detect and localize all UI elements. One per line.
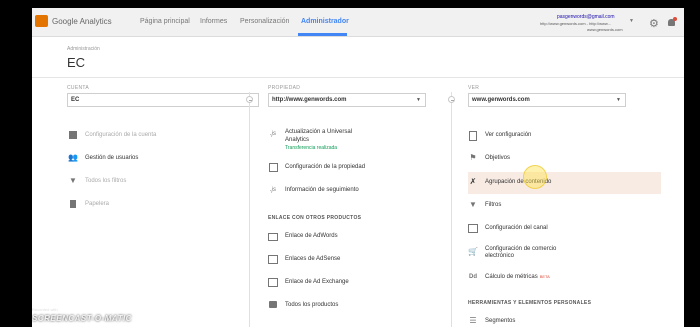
active-tab-indicator	[298, 33, 347, 36]
column-connector-icon	[246, 96, 253, 103]
breadcrumb: Administración	[67, 46, 100, 52]
analytics-admin-window: Google Analytics Página principal Inform…	[32, 8, 684, 327]
column-connector-icon	[448, 96, 455, 103]
ver-selected: www.genwords.com	[472, 97, 530, 103]
cuenta-item-configuracion[interactable]: Configuración de la cuenta	[68, 129, 238, 143]
propiedad-item-adwords[interactable]: Enlace de AdWords	[268, 230, 438, 244]
propiedad-item-label: Información de seguimiento	[285, 187, 359, 193]
propiedad-select[interactable]: http://www.genwords.com ▼	[268, 93, 426, 107]
document-icon	[468, 130, 478, 141]
propiedad-label: PROPIEDAD	[268, 85, 301, 91]
ver-item-filtros[interactable]: ▼ Filtros	[468, 199, 658, 213]
nav-personalizacion[interactable]: Personalización	[240, 18, 289, 25]
propiedad-item-label: Configuración de la propiedad	[285, 164, 366, 170]
section-herramientas: HERRAMIENTAS Y ELEMENTOS PERSONALES	[468, 300, 592, 306]
watermark-recorded-with: Recorded with	[32, 307, 58, 312]
segments-icon: ☰	[469, 316, 477, 325]
ver-label: VER	[468, 85, 480, 91]
column-divider	[451, 92, 452, 327]
flag-icon: ⚑	[469, 153, 477, 162]
page-title: EC	[67, 55, 86, 70]
cuenta-item-filtros[interactable]: ▼ Todos los filtros	[68, 175, 238, 189]
transfer-status: Transferencia realizada	[285, 145, 338, 151]
trash-icon	[68, 199, 78, 209]
header-divider	[32, 77, 684, 78]
propiedad-selected: http://www.genwords.com	[272, 97, 347, 103]
propiedad-item-adexchange[interactable]: Enlace de Ad Exchange	[268, 276, 438, 290]
account-properties[interactable]: http://www.genwords.com - http://www...	[540, 21, 611, 26]
cuenta-item-label: Todos los filtros	[85, 178, 127, 184]
cuenta-item-usuarios[interactable]: 👥 Gestión de usuarios	[68, 152, 238, 166]
propiedad-item-todos-productos[interactable]: Todos los productos	[268, 299, 438, 313]
account-email[interactable]: pasgenwords@gmail.com	[557, 14, 615, 20]
gear-icon[interactable]: ⚙	[649, 17, 659, 30]
ver-item-configuracion[interactable]: Ver configuración	[468, 129, 658, 143]
watermark-brand: SCREENCAST-O-MATIC	[32, 314, 132, 323]
product-label: Enlace de Ad Exchange	[285, 279, 349, 285]
cart-icon: 🛒	[468, 247, 478, 256]
product-label: Enlace de AdWords	[285, 233, 338, 239]
nav-administrador[interactable]: Administrador	[301, 18, 349, 25]
adexchange-icon	[268, 277, 278, 287]
ver-item-label-line1: Configuración de comercio	[485, 246, 557, 252]
ver-select[interactable]: www.genwords.com ▼	[468, 93, 626, 107]
ver-item-label: Segmentos	[485, 318, 516, 324]
js-icon: .js	[270, 187, 276, 193]
filter-icon: ▼	[469, 200, 477, 209]
propiedad-item-seguimiento[interactable]: .js Información de seguimiento	[268, 184, 438, 198]
ver-item-label: Filtros	[485, 202, 502, 208]
nav-pagina-principal[interactable]: Página principal	[140, 18, 190, 25]
mouse-cursor-highlight	[523, 165, 547, 189]
ver-item-segmentos[interactable]: ☰ Segmentos	[468, 315, 658, 327]
ver-item-agrupacion[interactable]: ✗ Agrupación de contenido	[468, 176, 658, 190]
ver-item-label: Objetivos	[485, 155, 511, 161]
adwords-icon	[268, 231, 278, 241]
cuenta-item-label: Papelera	[85, 201, 110, 207]
brand-name[interactable]: Google Analytics	[52, 17, 112, 26]
all-products-icon	[268, 300, 278, 310]
channel-settings-icon	[468, 223, 478, 233]
account-view[interactable]: www.genwords.com	[587, 27, 623, 32]
ver-item-comercio[interactable]: 🛒 Configuración de comercio electrónico	[468, 244, 658, 264]
ver-item-label-text: Cálculo de métricas	[485, 274, 538, 280]
propiedad-item-label-line1: Actualización a Universal	[285, 129, 353, 135]
cuenta-item-label: Configuración de la cuenta	[85, 132, 157, 138]
account-caret-icon[interactable]: ▼	[629, 18, 634, 24]
ver-item-label: Cálculo de métricas BETA	[485, 274, 550, 280]
section-enlace-productos: ENLACE CON OTROS PRODUCTOS	[268, 215, 362, 221]
product-label: Enlaces de AdSense	[285, 256, 341, 262]
calculated-metrics-icon: Dd	[469, 274, 477, 280]
top-bar: Google Analytics Página principal Inform…	[32, 8, 684, 37]
nav-informes[interactable]: Informes	[200, 18, 227, 25]
js-icon: .js	[270, 131, 276, 137]
notification-dot	[673, 17, 677, 21]
users-icon: 👥	[68, 153, 78, 162]
beta-badge: BETA	[539, 274, 550, 279]
propiedad-item-universal[interactable]: .js Actualización a Universal Analytics …	[268, 128, 438, 156]
ver-item-canal[interactable]: Configuración del canal	[468, 222, 658, 236]
ver-item-label: Ver configuración	[485, 132, 532, 138]
chevron-down-icon: ▼	[616, 97, 621, 103]
column-divider	[249, 92, 250, 327]
analytics-logo-icon[interactable]	[35, 15, 48, 27]
adsense-icon	[268, 254, 278, 264]
cuenta-item-label: Gestión de usuarios	[85, 155, 139, 161]
cuenta-label: CUENTA	[67, 85, 89, 91]
ver-item-label-line2: electrónico	[485, 253, 515, 259]
ver-item-objetivos[interactable]: ⚑ Objetivos	[468, 152, 658, 166]
building-icon	[68, 130, 78, 140]
propiedad-item-adsense[interactable]: Enlaces de AdSense	[268, 253, 438, 267]
cuenta-select[interactable]: EC ▼	[67, 93, 259, 107]
property-settings-icon	[268, 162, 278, 172]
ver-item-label: Configuración del canal	[485, 225, 548, 231]
filter-icon: ▼	[69, 176, 77, 185]
chevron-down-icon: ▼	[416, 97, 421, 103]
cuenta-selected: EC	[71, 97, 80, 103]
person-icon: ✗	[469, 177, 477, 186]
ver-item-calculo-metricas[interactable]: Dd Cálculo de métricas BETA	[468, 271, 658, 285]
product-label: Todos los productos	[285, 302, 339, 308]
cuenta-item-papelera[interactable]: Papelera	[68, 198, 238, 212]
propiedad-item-configuracion[interactable]: Configuración de la propiedad	[268, 161, 438, 175]
propiedad-item-label-line2: Analytics	[285, 137, 310, 143]
